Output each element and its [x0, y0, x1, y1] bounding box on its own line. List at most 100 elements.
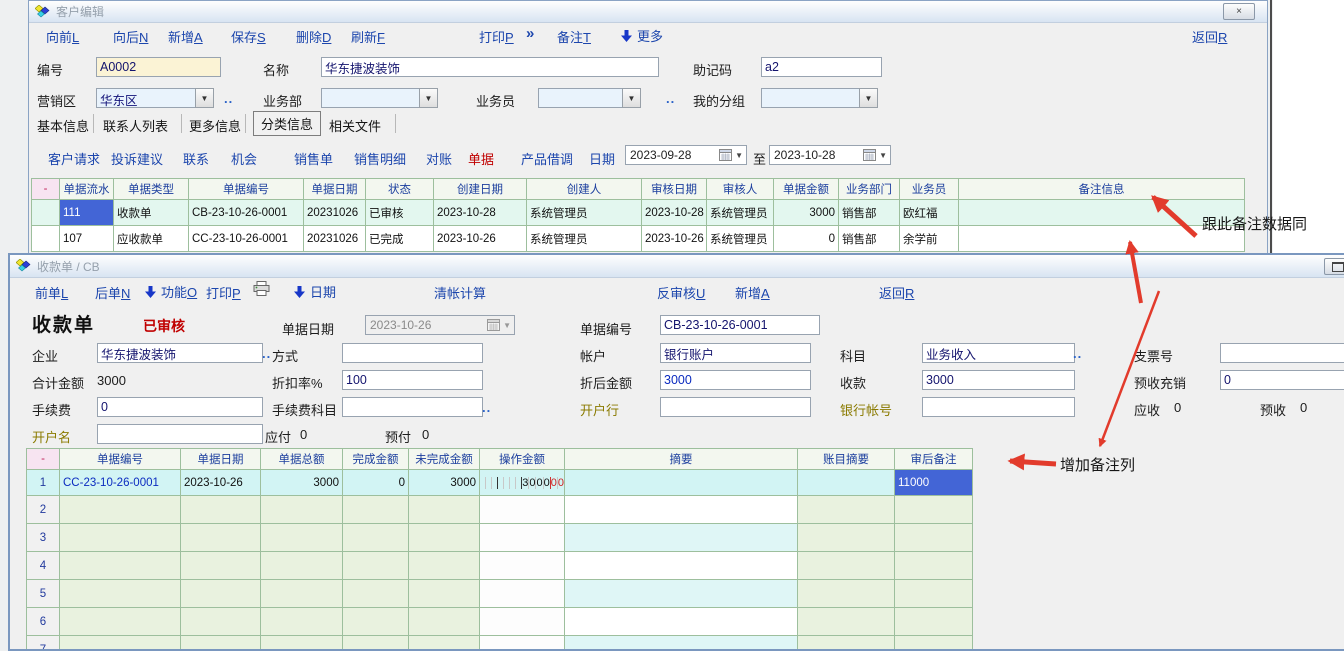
grid-cell[interactable] [261, 552, 343, 580]
date-menu-button[interactable]: 日期 [294, 282, 336, 301]
grid-cell-selected[interactable]: 111 [60, 200, 114, 226]
fee-subject-lookup-button[interactable]: .. [482, 400, 491, 415]
mnemonic-field[interactable] [761, 57, 882, 77]
grid-cell[interactable] [409, 608, 480, 636]
prev-doc-button[interactable]: 前单L [35, 283, 68, 302]
discounted-amount-field[interactable] [660, 370, 811, 390]
grid-cell[interactable]: CC-23-10-26-0001 [189, 226, 304, 252]
grid-cell[interactable]: 0 [343, 470, 409, 496]
amount-digit-cell[interactable] [480, 552, 565, 580]
grid-cell[interactable] [565, 580, 798, 608]
grid-cell[interactable]: 系统管理员 [527, 200, 642, 226]
grid-cell[interactable] [343, 580, 409, 608]
grid-cell[interactable] [181, 636, 261, 651]
grid-cell[interactable] [565, 470, 798, 496]
subnav-opportunities[interactable]: 机会 [231, 149, 257, 168]
grid-cell[interactable]: 系统管理员 [707, 200, 774, 226]
amount-digit-cell[interactable] [480, 636, 565, 651]
row-indicator[interactable] [32, 200, 60, 226]
tab-basic-info[interactable]: 基本信息 [37, 116, 89, 135]
row-number[interactable]: 5 [27, 580, 60, 608]
close-button[interactable]: × [1223, 3, 1255, 20]
more-button[interactable]: 更多 [621, 26, 663, 45]
print-button[interactable]: 打印P [479, 27, 514, 46]
grid-cell[interactable]: 2023-10-28 [434, 200, 527, 226]
subnav-documents-active[interactable]: 单据 [468, 149, 494, 168]
grid-cell[interactable] [409, 580, 480, 608]
col-header-creator[interactable]: 创建人 [527, 179, 642, 200]
grid-cell[interactable]: 收款单 [114, 200, 189, 226]
grid-cell[interactable]: 0 [774, 226, 839, 252]
grid-cell[interactable] [798, 496, 895, 524]
grid-cell[interactable]: 系统管理员 [527, 226, 642, 252]
cheque-no-field[interactable] [1220, 343, 1344, 363]
grid-cell[interactable] [261, 580, 343, 608]
grid-cell[interactable]: 2023-10-26 [181, 470, 261, 496]
grid-cell[interactable] [181, 580, 261, 608]
grid-cell[interactable] [895, 552, 973, 580]
row-indicator[interactable] [32, 226, 60, 252]
next-button[interactable]: 向后N [113, 27, 148, 46]
add-button[interactable]: 新增A [735, 283, 770, 302]
grid-cell[interactable]: 20231026 [304, 226, 366, 252]
col-header-summary[interactable]: 摘要 [565, 449, 798, 470]
subject-lookup-button[interactable]: .. [1073, 346, 1082, 361]
grid-cell[interactable] [565, 552, 798, 580]
grid-cell-selected[interactable]: 11000 [895, 470, 973, 496]
discount-rate-field[interactable] [342, 370, 483, 390]
grid-cell[interactable] [565, 496, 798, 524]
grid-cell[interactable] [409, 552, 480, 580]
row-number[interactable]: 7 [27, 636, 60, 651]
col-header-doc-no[interactable]: 单据编号 [60, 449, 181, 470]
back-button[interactable]: 返回R [879, 283, 914, 302]
account-name-field[interactable] [97, 424, 263, 444]
method-field[interactable] [342, 343, 483, 363]
customer-no-field[interactable] [96, 57, 221, 77]
chevron-down-icon[interactable]: ▼ [622, 88, 641, 108]
grid-cell[interactable] [895, 608, 973, 636]
grid-cell[interactable] [181, 524, 261, 552]
col-header-auditor[interactable]: 审核人 [707, 179, 774, 200]
row-number[interactable]: 1 [27, 470, 60, 496]
grid-cell[interactable] [343, 552, 409, 580]
clear-account-calc-button[interactable]: 清帐计算 [434, 283, 486, 302]
chevron-down-icon[interactable]: ▼ [195, 88, 214, 108]
grid-cell[interactable] [565, 608, 798, 636]
subnav-contacts[interactable]: 联系 [183, 149, 209, 168]
grid-cell[interactable] [798, 470, 895, 496]
grid-cell[interactable] [798, 636, 895, 651]
grid-cell[interactable] [798, 552, 895, 580]
grid-cell[interactable]: 2023-10-26 [642, 226, 707, 252]
subnav-complaints[interactable]: 投诉建议 [111, 149, 163, 168]
grid-cell[interactable] [895, 580, 973, 608]
col-header-remark-info[interactable]: 备注信息 [959, 179, 1245, 200]
back-button[interactable]: 返回R [1192, 27, 1227, 46]
chevron-icon[interactable]: » [526, 25, 534, 42]
grid-cell[interactable] [60, 496, 181, 524]
col-header-doc-type[interactable]: 单据类型 [114, 179, 189, 200]
grid-cell[interactable]: 3000 [261, 470, 343, 496]
grid-cell[interactable] [565, 636, 798, 651]
date-from-picker[interactable]: 2023-09-28 ▼ [625, 145, 747, 165]
grid-cell[interactable]: 系统管理员 [707, 226, 774, 252]
refresh-button[interactable]: 刷新F [351, 27, 385, 46]
restore-button[interactable] [1324, 258, 1344, 275]
print-button[interactable]: 打印P [206, 283, 241, 302]
grid-cell[interactable]: 已审核 [366, 200, 434, 226]
col-header-business-dept[interactable]: 业务部门 [839, 179, 900, 200]
row-number[interactable]: 4 [27, 552, 60, 580]
date-to-picker[interactable]: 2023-10-28 ▼ [769, 145, 891, 165]
grid-cell[interactable] [261, 636, 343, 651]
grid-cell[interactable]: 余学前 [900, 226, 959, 252]
region-lookup-button[interactable]: .. [224, 91, 233, 106]
grid-cell[interactable] [60, 580, 181, 608]
save-button[interactable]: 保存S [231, 27, 266, 46]
grid-cell[interactable] [60, 636, 181, 651]
account-field[interactable] [660, 343, 811, 363]
doc-no-field[interactable] [660, 315, 820, 335]
grid-cell[interactable] [343, 608, 409, 636]
customer-window-titlebar[interactable]: 客户编辑 × [29, 1, 1267, 23]
subnav-product-loan[interactable]: 产品借调 [521, 149, 573, 168]
subject-field[interactable] [922, 343, 1075, 363]
col-header-status[interactable]: 状态 [366, 179, 434, 200]
